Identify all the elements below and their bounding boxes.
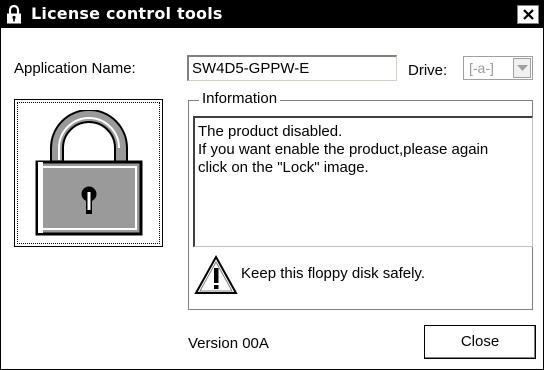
drive-select[interactable]: [-a-] xyxy=(463,56,533,80)
padlock-icon xyxy=(35,110,143,236)
info-line-1: The product disabled. xyxy=(198,123,343,140)
close-button[interactable]: Close xyxy=(424,325,536,359)
information-group-label: Information xyxy=(199,90,281,107)
close-icon[interactable] xyxy=(517,5,539,24)
drive-value: [-a-] xyxy=(469,60,494,76)
warning-icon xyxy=(194,254,238,301)
version-label: Version 00A xyxy=(188,335,269,352)
application-name-field[interactable]: SW4D5-GPPW-E xyxy=(187,55,397,81)
warning-text: Keep this floppy disk safely. xyxy=(241,265,425,282)
title-bar[interactable]: License control tools xyxy=(1,1,543,28)
window-title: License control tools xyxy=(31,4,223,23)
application-name-label: Application Name: xyxy=(14,60,136,77)
drive-label: Drive: xyxy=(408,62,448,79)
padlock-icon xyxy=(6,4,22,29)
drive-dropdown-button[interactable] xyxy=(513,58,531,78)
license-control-window: License control tools Application Name: … xyxy=(0,0,544,370)
info-line-3: click on the "Lock" image. xyxy=(198,159,369,176)
chevron-down-icon xyxy=(517,65,528,71)
lock-image-button[interactable] xyxy=(14,99,163,247)
info-line-2: If you want enable the product,please ag… xyxy=(198,141,489,158)
information-text-area[interactable]: The product disabled. If you want enable… xyxy=(193,116,533,247)
